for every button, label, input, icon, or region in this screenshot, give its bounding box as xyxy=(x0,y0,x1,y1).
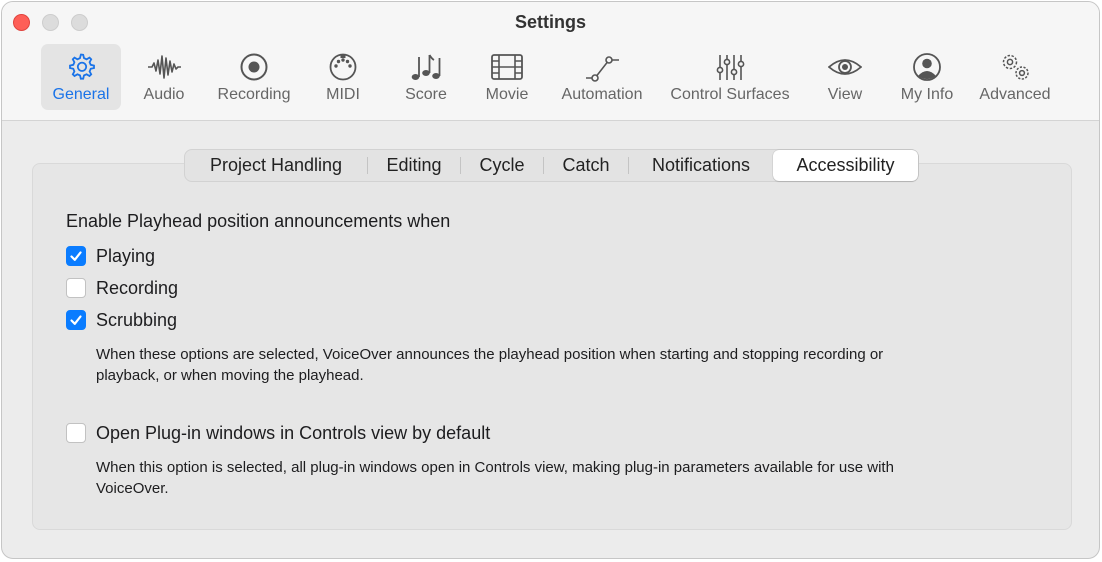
playhead-announcements-heading: Enable Playhead position announcements w… xyxy=(66,211,451,231)
recording-label: Recording xyxy=(96,277,179,298)
help-line: When this option is selected, all plug-i… xyxy=(96,459,894,476)
plugin-controls-view-label: Open Plug-in windows in Controls view by… xyxy=(96,422,491,443)
playing-checkbox[interactable] xyxy=(66,246,86,266)
settings-window: Settings General Audio Recording MIDI Sc… xyxy=(1,1,1100,559)
recording-checkbox[interactable] xyxy=(66,278,86,298)
accessibility-content: Enable Playhead position announcements w… xyxy=(2,2,1099,558)
scrubbing-label: Scrubbing xyxy=(96,309,178,330)
plugin-controls-view-option[interactable]: Open Plug-in windows in Controls view by… xyxy=(66,422,490,444)
help-line: When these options are selected, VoiceOv… xyxy=(96,346,884,363)
checkmark-icon xyxy=(70,251,82,261)
help-line: playback, or when moving the playhead. xyxy=(96,367,364,384)
help-line: VoiceOver. xyxy=(96,480,169,497)
plugin-help-text: When this option is selected, all plug-i… xyxy=(96,457,1046,499)
checkmark-icon xyxy=(70,315,82,325)
playing-option[interactable]: Playing xyxy=(66,245,155,267)
playhead-help-text: When these options are selected, VoiceOv… xyxy=(96,344,1046,386)
playing-label: Playing xyxy=(96,245,156,266)
scrubbing-option[interactable]: Scrubbing xyxy=(66,309,177,331)
scrubbing-checkbox[interactable] xyxy=(66,310,86,330)
plugin-controls-view-checkbox[interactable] xyxy=(66,423,86,443)
recording-option[interactable]: Recording xyxy=(66,277,178,299)
